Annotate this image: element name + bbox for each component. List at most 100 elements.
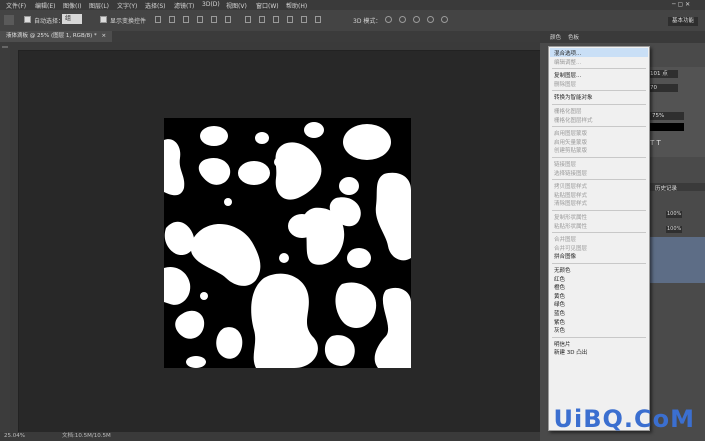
context-menu-item[interactable]: 绿色: [554, 300, 565, 308]
menu-separator: [552, 263, 646, 264]
3d-mode-icon[interactable]: [441, 16, 448, 23]
3d-mode-icon[interactable]: [413, 16, 420, 23]
context-menu-item: 创建剪贴蒙版: [554, 148, 588, 155]
menu-item[interactable]: 图像(I): [63, 1, 81, 10]
auto-select-dropdown[interactable]: 组: [62, 14, 82, 24]
3d-mode-icon[interactable]: [399, 16, 406, 23]
align-icon[interactable]: [301, 16, 307, 23]
menu-item[interactable]: 3D(D): [202, 1, 220, 8]
context-menu-item: 拷贝图层样式: [554, 184, 588, 191]
show-transform-label: 显示变换控件: [110, 18, 147, 25]
panel-tab-bar: 颜色 色板: [540, 31, 705, 43]
context-menu-item[interactable]: 拼合图像: [554, 252, 576, 260]
move-tool-icon[interactable]: [4, 15, 14, 25]
context-menu-item[interactable]: 转换为智能对象: [554, 93, 593, 101]
menu-item[interactable]: 视图(V): [226, 1, 247, 10]
document-tab[interactable]: 液体滴板 @ 25% (图层 1, RGB/8) * ×: [0, 31, 112, 42]
context-menu-item[interactable]: 紫色: [554, 318, 565, 326]
align-icon[interactable]: [259, 16, 265, 23]
auto-select-label: 自动选择：: [34, 18, 65, 25]
value-field-1[interactable]: 101 点: [648, 70, 678, 78]
context-menu-item[interactable]: 红色: [554, 275, 565, 283]
context-menu-item: 清除图层样式: [554, 201, 588, 208]
menu-separator: [552, 336, 646, 338]
context-menu-item: 链接图层: [554, 162, 577, 168]
context-menu-item: 合并图层: [554, 237, 577, 244]
menu-bar: 文件(F) 编辑(E) 图像(I) 图层(L) 文字(Y) 选择(S) 滤镜(T) 3D(D)…: [0, 0, 705, 10]
context-menu-item[interactable]: 明信片: [554, 340, 571, 348]
tab-swatches[interactable]: 色板: [568, 33, 579, 41]
watermark-logo: UiBQ.CoM: [553, 405, 695, 433]
workspace-button[interactable]: 基本功能: [668, 17, 698, 26]
context-menu-item[interactable]: 黄色: [554, 292, 565, 300]
context-menu-item: 粘贴图层样式: [554, 192, 588, 199]
align-icon[interactable]: [211, 16, 217, 23]
history-tab[interactable]: 历史记录: [655, 184, 677, 192]
history-panel-header: 历史记录: [650, 183, 705, 192]
menu-item[interactable]: 滤镜(T): [174, 1, 194, 10]
menu-separator: [552, 68, 646, 70]
align-icon[interactable]: [197, 16, 203, 23]
status-bar: 25.04% 文档:10.5M/10.5M: [0, 432, 540, 441]
vertical-ruler: [10, 50, 19, 432]
context-menu-item: 复制形状属性: [554, 215, 588, 221]
context-menu-item: 选择链接图层: [554, 170, 588, 177]
3d-mode-label: 3D 模式：: [353, 18, 382, 25]
auto-select-checkbox[interactable]: [24, 16, 31, 23]
menu-separator: [552, 210, 646, 211]
align-icon[interactable]: [155, 16, 161, 23]
context-menu-item: 启用矢量蒙版: [554, 139, 588, 146]
align-icon[interactable]: [273, 16, 279, 23]
selected-layer-row[interactable]: [650, 237, 705, 283]
menu-separator: [552, 104, 646, 105]
context-menu-item[interactable]: 灰色: [554, 326, 565, 334]
layer-context-menu: 混合选项... 编辑调整... 复制图层... 删除图层 转换为智能对象 栅格化图层 栅格化…: [548, 46, 650, 431]
menu-item[interactable]: 编辑(E): [35, 1, 55, 10]
context-menu-item[interactable]: 蓝色: [554, 309, 565, 317]
menu-item[interactable]: 选择(S): [145, 1, 166, 10]
3d-mode-icon[interactable]: [427, 16, 434, 23]
layer-opacity-field[interactable]: 100%: [666, 211, 682, 218]
menu-item[interactable]: 帮助(H): [286, 1, 307, 10]
align-icon[interactable]: [315, 16, 321, 23]
text-style-icons[interactable]: T T: [650, 139, 661, 147]
window-controls[interactable]: ─ ▢ ✕: [672, 1, 690, 8]
3d-mode-icon[interactable]: [385, 16, 392, 23]
align-icon[interactable]: [287, 16, 293, 23]
context-menu-item: 编辑调整...: [554, 59, 582, 66]
align-icon[interactable]: [245, 16, 251, 23]
tab-color[interactable]: 颜色: [550, 33, 561, 41]
align-icon[interactable]: [225, 16, 231, 23]
context-menu-item: 粘贴形状属性: [554, 223, 588, 230]
layer-fill-field[interactable]: 100%: [666, 226, 682, 233]
color-swatch[interactable]: [650, 123, 684, 131]
context-menu-item: 删除图层: [554, 81, 577, 88]
tools-panel: [0, 42, 10, 432]
align-icon[interactable]: [169, 16, 175, 23]
menu-item[interactable]: 文件(F): [6, 1, 26, 10]
context-menu-item: 启用图层蒙版: [554, 131, 588, 138]
menu-item[interactable]: 文字(Y): [117, 1, 137, 10]
menu-separator: [552, 179, 646, 181]
menu-item[interactable]: 窗口(W): [256, 1, 279, 10]
menu-separator: [552, 157, 646, 158]
context-menu-item[interactable]: 橙色: [554, 283, 565, 291]
menu-separator: [552, 90, 646, 92]
context-menu-item: 栅格化图层样式: [554, 117, 593, 124]
document-canvas[interactable]: [164, 118, 411, 368]
horizontal-ruler: [10, 42, 540, 51]
context-menu-item: 合并可见图层: [554, 245, 588, 252]
context-menu-item[interactable]: 新建 3D 凸出: [554, 348, 587, 356]
opacity-field[interactable]: 75%: [650, 112, 684, 120]
context-menu-item[interactable]: 混合选项...: [554, 49, 581, 57]
show-transform-checkbox[interactable]: [100, 16, 107, 23]
options-bar: 自动选择： 组 显示变换控件 3D 模式： 基本功能: [0, 10, 705, 32]
value-field-2[interactable]: 70: [648, 84, 678, 92]
grip-icon[interactable]: [2, 46, 8, 48]
menu-item[interactable]: 图层(L): [89, 1, 109, 10]
align-icon[interactable]: [183, 16, 189, 23]
context-menu-item[interactable]: 无颜色: [554, 266, 571, 274]
context-menu-item[interactable]: 复制图层...: [554, 71, 581, 79]
close-icon[interactable]: ×: [101, 33, 106, 39]
zoom-level[interactable]: 25.04%: [4, 432, 25, 441]
